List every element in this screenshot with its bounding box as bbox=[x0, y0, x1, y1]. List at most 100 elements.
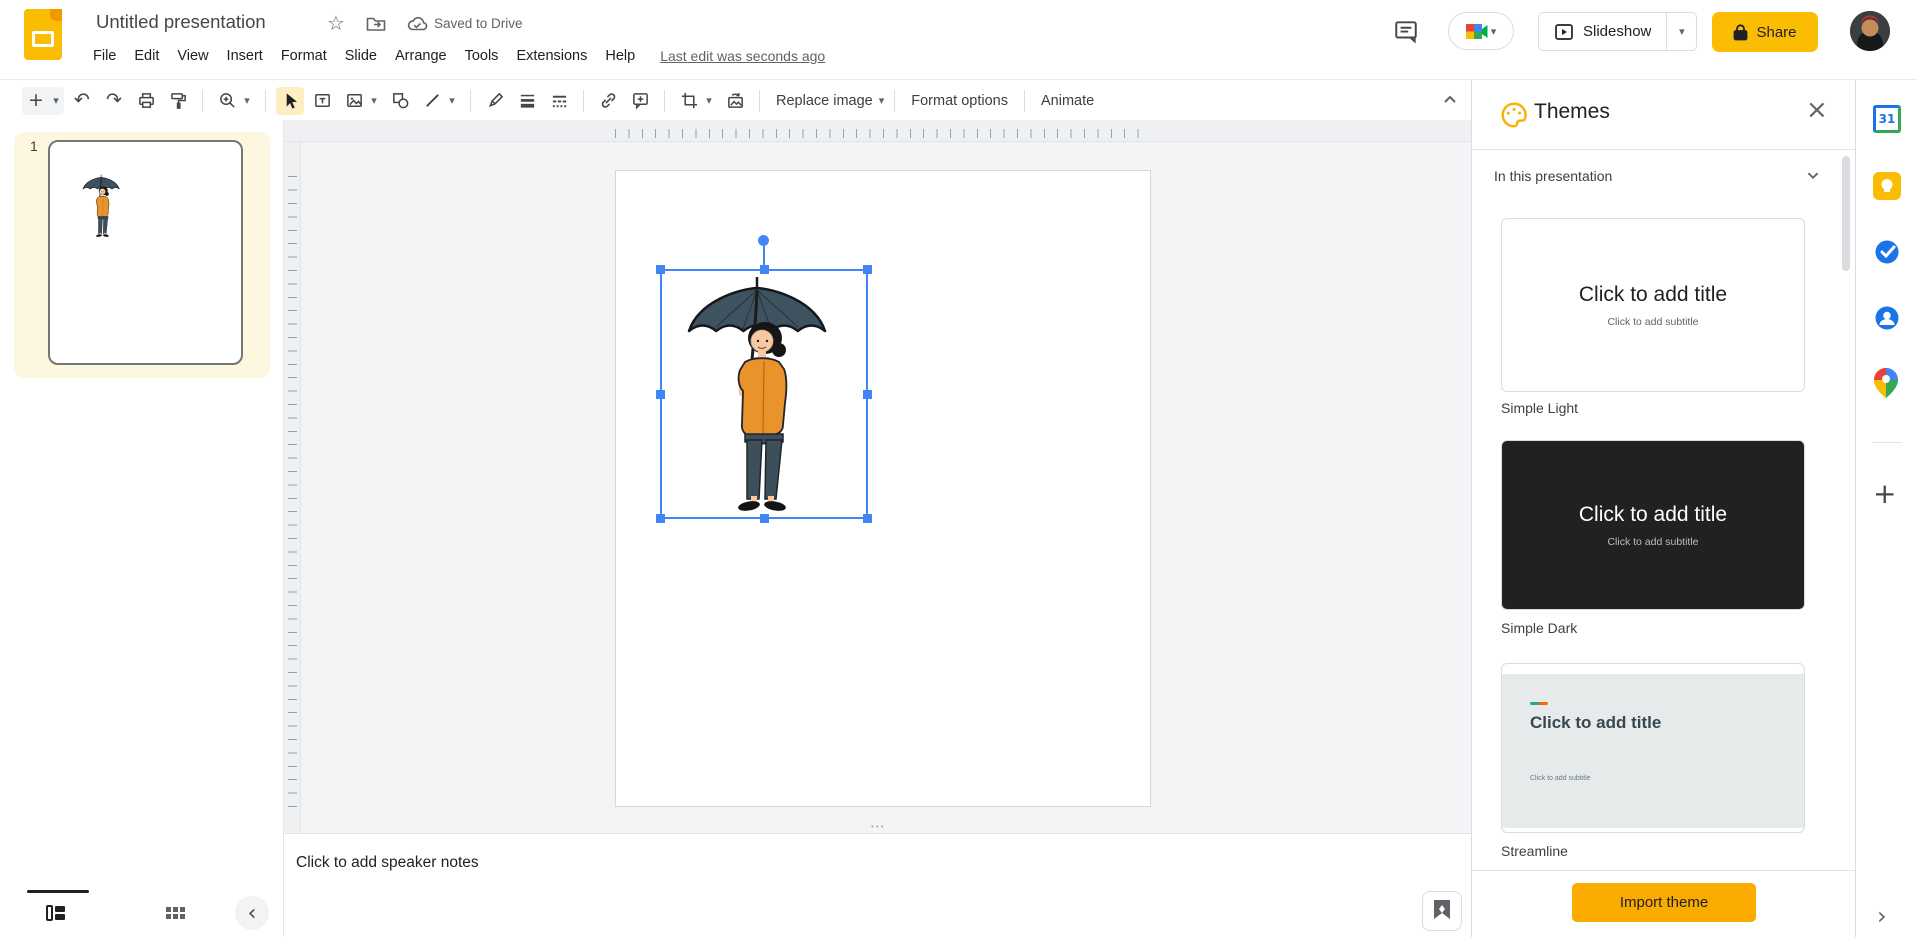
undo-button[interactable]: ↶ bbox=[68, 87, 96, 115]
text-box-button[interactable] bbox=[308, 87, 336, 115]
slides-logo[interactable] bbox=[24, 9, 62, 60]
import-theme-button[interactable]: Import theme bbox=[1572, 883, 1756, 922]
slideshow-button[interactable]: Slideshow bbox=[1539, 13, 1666, 50]
paint-format-button[interactable] bbox=[164, 87, 192, 115]
toolbar-divider bbox=[1023, 89, 1025, 112]
google-slides-app: Untitled presentation ☆ Saved to Drive F… bbox=[0, 0, 1917, 937]
format-options-button[interactable]: Format options bbox=[905, 87, 1014, 115]
speaker-notes-placeholder[interactable]: Click to add speaker notes bbox=[296, 854, 479, 872]
active-view-indicator bbox=[27, 890, 89, 893]
theme-card-streamline[interactable]: Click to add title Click to add subtitle bbox=[1501, 663, 1805, 833]
insert-line-caret[interactable]: ▾ bbox=[444, 87, 460, 115]
resize-handle-n[interactable] bbox=[760, 265, 769, 274]
resize-handle-sw[interactable] bbox=[656, 514, 665, 523]
resize-handle-e[interactable] bbox=[863, 390, 872, 399]
maps-icon[interactable] bbox=[1873, 368, 1901, 398]
expand-rail-icon[interactable]: › bbox=[1877, 902, 1887, 930]
move-to-folder-icon[interactable] bbox=[365, 13, 387, 40]
crop-image-button[interactable] bbox=[675, 87, 703, 115]
section-chevron-down-icon[interactable] bbox=[1802, 164, 1824, 191]
menu-file[interactable]: File bbox=[84, 45, 125, 67]
menu-tools[interactable]: Tools bbox=[456, 45, 508, 67]
border-color-button[interactable] bbox=[481, 87, 509, 115]
redo-button[interactable]: ↷ bbox=[100, 87, 128, 115]
in-this-presentation-dropdown[interactable]: In this presentation bbox=[1494, 168, 1612, 184]
logo-inner-rect bbox=[32, 31, 54, 47]
menu-format[interactable]: Format bbox=[272, 45, 336, 67]
insert-line-button[interactable] bbox=[418, 87, 446, 115]
rotation-handle[interactable] bbox=[758, 235, 769, 246]
filmstrip-view-icon[interactable] bbox=[44, 901, 70, 927]
new-slide-button[interactable]: + bbox=[22, 86, 50, 115]
insert-image-button[interactable] bbox=[340, 87, 368, 115]
resize-handle-nw[interactable] bbox=[656, 265, 665, 274]
add-addon-icon[interactable]: + bbox=[1873, 480, 1896, 508]
menu-arrange[interactable]: Arrange bbox=[386, 45, 456, 67]
replace-image-dropdown[interactable]: Replace image ▾ bbox=[770, 87, 884, 115]
resize-handle-s[interactable] bbox=[760, 514, 769, 523]
pin-button[interactable] bbox=[1422, 891, 1462, 931]
panel-divider bbox=[1472, 870, 1855, 871]
insert-link-button[interactable] bbox=[594, 87, 622, 115]
toolbar-divider bbox=[664, 89, 665, 112]
lock-icon bbox=[1734, 23, 1748, 40]
calendar-icon[interactable]: 31 bbox=[1873, 105, 1901, 133]
saved-to-drive-icon[interactable] bbox=[406, 13, 429, 41]
insert-shape-button[interactable] bbox=[386, 87, 414, 115]
line-dash-button[interactable] bbox=[545, 87, 573, 115]
toolbar: + ▾ ↶ ↷ ▾ ▾ ▾ ▾ Replace image ▾ Format o… bbox=[0, 81, 1471, 120]
account-avatar[interactable] bbox=[1850, 11, 1890, 51]
theme-title-text: Click to add title bbox=[1578, 282, 1728, 306]
slideshow-play-icon bbox=[1555, 23, 1573, 40]
insert-image-caret[interactable]: ▾ bbox=[366, 87, 382, 115]
menu-view[interactable]: View bbox=[168, 45, 217, 67]
meet-button[interactable]: ▾ bbox=[1448, 12, 1514, 50]
slide-thumbnail[interactable] bbox=[48, 140, 243, 365]
grid-view-icon[interactable] bbox=[163, 901, 189, 927]
slideshow-options-caret[interactable]: ▾ bbox=[1666, 13, 1696, 50]
animate-button[interactable]: Animate bbox=[1035, 87, 1100, 115]
document-title[interactable]: Untitled presentation bbox=[96, 11, 266, 33]
saved-status[interactable]: Saved to Drive bbox=[434, 16, 523, 31]
recolor-image-button[interactable] bbox=[721, 87, 749, 115]
menu-help[interactable]: Help bbox=[596, 45, 644, 67]
top-bar: Untitled presentation ☆ Saved to Drive F… bbox=[0, 0, 1917, 80]
open-comments-icon[interactable] bbox=[1393, 18, 1423, 46]
resize-handle-w[interactable] bbox=[656, 390, 665, 399]
keep-icon[interactable] bbox=[1873, 172, 1901, 200]
zoom-button[interactable] bbox=[213, 87, 241, 115]
new-slide-caret[interactable]: ▾ bbox=[48, 86, 64, 115]
ruler-ticks bbox=[615, 129, 1151, 138]
theme-card-simple-dark[interactable]: Click to add title Click to add subtitle bbox=[1501, 440, 1805, 610]
toolbar-divider bbox=[470, 89, 471, 112]
theme-name: Streamline bbox=[1501, 843, 1568, 859]
last-edit-link[interactable]: Last edit was seconds ago bbox=[660, 48, 825, 64]
collapse-toolbar-icon[interactable] bbox=[1438, 88, 1464, 114]
menu-edit[interactable]: Edit bbox=[125, 45, 168, 67]
insert-comment-button[interactable] bbox=[626, 87, 654, 115]
theme-card-simple-light[interactable]: Click to add title Click to add subtitle bbox=[1501, 218, 1805, 392]
contacts-icon[interactable] bbox=[1873, 304, 1901, 332]
themes-scrollbar[interactable] bbox=[1842, 156, 1850, 271]
share-button[interactable]: Share bbox=[1712, 12, 1818, 52]
menu-slide[interactable]: Slide bbox=[336, 45, 386, 67]
menu-insert[interactable]: Insert bbox=[218, 45, 272, 67]
zoom-caret[interactable]: ▾ bbox=[239, 87, 255, 115]
resize-handle-se[interactable] bbox=[863, 514, 872, 523]
resize-handle-ne[interactable] bbox=[863, 265, 872, 274]
speaker-notes-area: Click to add speaker notes bbox=[283, 833, 1471, 937]
print-button[interactable] bbox=[132, 87, 160, 115]
vertical-ruler bbox=[284, 142, 301, 833]
line-weight-button[interactable] bbox=[513, 87, 541, 115]
crop-caret[interactable]: ▾ bbox=[701, 87, 717, 115]
logo-fold bbox=[50, 9, 62, 21]
close-themes-icon[interactable]: × bbox=[1806, 97, 1828, 123]
select-tool-button[interactable] bbox=[276, 86, 304, 115]
themes-header: Themes × bbox=[1472, 80, 1855, 150]
menu-extensions[interactable]: Extensions bbox=[507, 45, 596, 67]
collapse-filmstrip-button[interactable]: ‹ bbox=[235, 896, 269, 930]
image-selection-box[interactable] bbox=[656, 265, 872, 523]
accent-bar bbox=[1530, 702, 1548, 705]
tasks-icon[interactable] bbox=[1873, 238, 1901, 266]
star-icon[interactable]: ☆ bbox=[327, 11, 345, 35]
